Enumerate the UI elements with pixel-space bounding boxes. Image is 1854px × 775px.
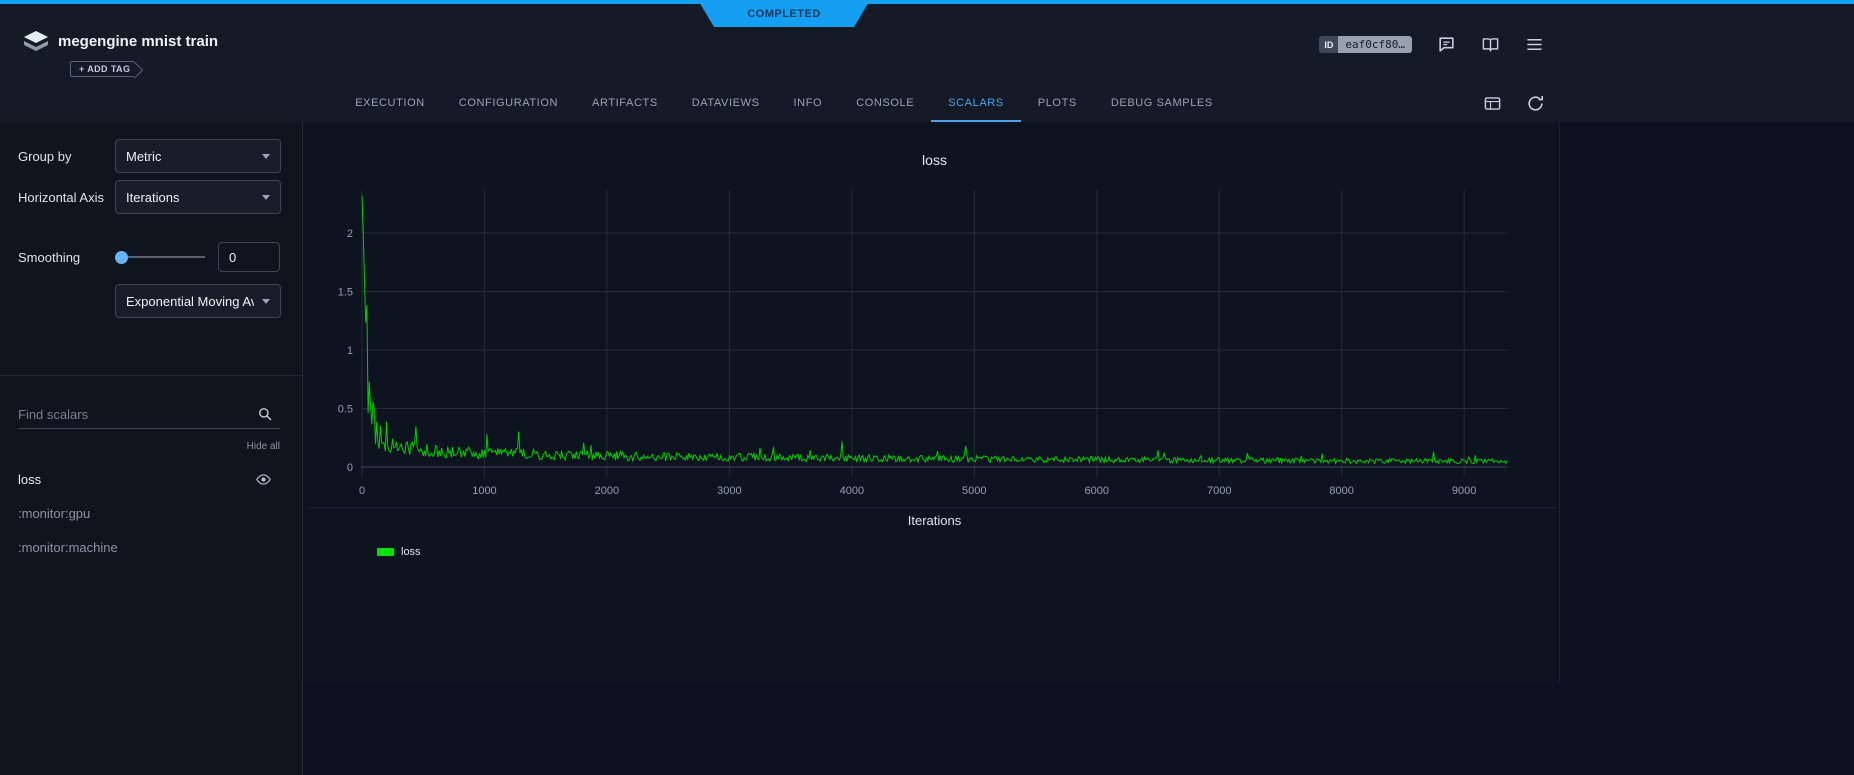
refresh-icon[interactable] (1526, 94, 1545, 113)
svg-text:8000: 8000 (1329, 485, 1353, 497)
experiment-id-badge[interactable]: ID eaf0cf80… (1319, 36, 1412, 53)
sidebar-divider (0, 375, 302, 376)
chevron-down-icon (262, 299, 270, 304)
svg-text:1: 1 (347, 345, 353, 357)
svg-text:1.5: 1.5 (338, 287, 353, 299)
svg-text:4000: 4000 (840, 485, 864, 497)
find-scalars-input[interactable] (18, 400, 280, 429)
chevron-down-icon (262, 195, 270, 200)
id-value: eaf0cf80… (1338, 36, 1412, 53)
svg-text:1000: 1000 (472, 485, 496, 497)
horizontal-axis-value: Iterations (126, 190, 179, 205)
scalar-item-monitor-gpu[interactable]: :monitor:gpu (0, 498, 302, 528)
chevron-down-icon (262, 154, 270, 159)
tab-configuration[interactable]: CONFIGURATION (442, 86, 575, 122)
legend-item-loss[interactable]: loss (377, 546, 421, 558)
smoothing-slider[interactable] (115, 250, 205, 264)
scalar-item-label: :monitor:machine (18, 540, 118, 555)
legend-label: loss (401, 546, 421, 558)
app-screen: COMPLETED megengine mnist train + ADD TA… (0, 0, 1854, 775)
smoothing-slider-track[interactable] (115, 256, 205, 258)
tab-artifacts[interactable]: ARTIFACTS (575, 86, 675, 122)
comment-icon[interactable] (1437, 35, 1456, 54)
smoothing-type-select[interactable]: Exponential Moving Av… (115, 284, 281, 318)
scalar-item-label: loss (18, 472, 41, 487)
tabbar-actions (1483, 94, 1545, 113)
svg-text:7000: 7000 (1207, 485, 1231, 497)
svg-text:0: 0 (359, 485, 365, 497)
svg-text:6000: 6000 (1085, 485, 1109, 497)
add-tag-label: + ADD TAG (79, 64, 130, 74)
header: megengine mnist train + ADD TAG ID eaf0c… (0, 4, 1854, 86)
tab-info[interactable]: INFO (777, 86, 840, 122)
loss-line-chart[interactable]: 0 1000 2000 3000 4000 5000 6000 7000 8000 9000 0 0.… (303, 122, 1560, 507)
content: Group by Metric Horizontal Axis Iteratio… (0, 122, 1854, 775)
scalar-chart-card: loss 0 1000 2000 3000 4000 5000 6000 7000 8000 90… (303, 122, 1560, 682)
hide-all-button[interactable]: Hide all (0, 441, 302, 455)
tab-debug-samples[interactable]: DEBUG SAMPLES (1094, 86, 1230, 122)
tab-plots[interactable]: PLOTS (1021, 86, 1094, 122)
tab-bar: EXECUTION CONFIGURATION ARTIFACTS DATAVI… (0, 86, 1854, 122)
scalars-sidebar: Group by Metric Horizontal Axis Iteratio… (0, 122, 303, 775)
app-logo-icon (22, 29, 50, 58)
group-by-value: Metric (126, 149, 161, 164)
header-actions: ID eaf0cf80… (1319, 35, 1544, 54)
svg-text:9000: 9000 (1452, 485, 1476, 497)
group-by-select[interactable]: Metric (115, 139, 281, 173)
tabs: EXECUTION CONFIGURATION ARTIFACTS DATAVI… (0, 86, 1568, 122)
svg-text:0: 0 (347, 462, 353, 474)
id-chip: ID (1319, 36, 1338, 53)
smoothing-type-value: Exponential Moving Av… (126, 294, 254, 309)
eye-icon[interactable] (255, 471, 272, 488)
chart-legend: loss (377, 546, 421, 558)
scalar-item-loss[interactable]: loss (0, 464, 302, 494)
add-tag-button[interactable]: + ADD TAG (70, 61, 134, 77)
search-icon[interactable] (256, 405, 274, 428)
svg-text:2000: 2000 (595, 485, 619, 497)
experiment-title: megengine mnist train (58, 33, 218, 50)
svg-text:0.5: 0.5 (338, 404, 353, 416)
svg-text:2: 2 (347, 228, 353, 240)
smoothing-slider-thumb[interactable] (115, 251, 128, 264)
horizontal-axis-select[interactable]: Iterations (115, 180, 281, 214)
tab-console[interactable]: CONSOLE (839, 86, 931, 122)
horizontal-axis-label: Horizontal Axis (18, 190, 115, 205)
x-axis-title: Iterations (303, 513, 1566, 528)
smoothing-input[interactable] (218, 242, 280, 272)
smoothing-label: Smoothing (18, 250, 115, 265)
scalar-item-label: :monitor:gpu (18, 506, 90, 521)
group-by-label: Group by (18, 149, 115, 164)
compare-book-icon[interactable] (1481, 35, 1500, 54)
metrics-table-icon[interactable] (1483, 94, 1502, 113)
chart-divider (309, 507, 1556, 508)
scalars-main: loss 0 1000 2000 3000 4000 5000 6000 7000 8000 90… (303, 122, 1854, 775)
legend-swatch (377, 548, 394, 556)
tab-scalars[interactable]: SCALARS (931, 86, 1021, 122)
menu-icon[interactable] (1525, 35, 1544, 54)
scalar-item-monitor-machine[interactable]: :monitor:machine (0, 532, 302, 562)
find-scalars (18, 400, 280, 429)
svg-text:3000: 3000 (717, 485, 741, 497)
tab-dataviews[interactable]: DATAVIEWS (675, 86, 777, 122)
tab-execution[interactable]: EXECUTION (338, 86, 442, 122)
status-ribbon-label: COMPLETED (747, 8, 821, 20)
status-ribbon: COMPLETED (698, 0, 870, 27)
svg-text:5000: 5000 (962, 485, 986, 497)
